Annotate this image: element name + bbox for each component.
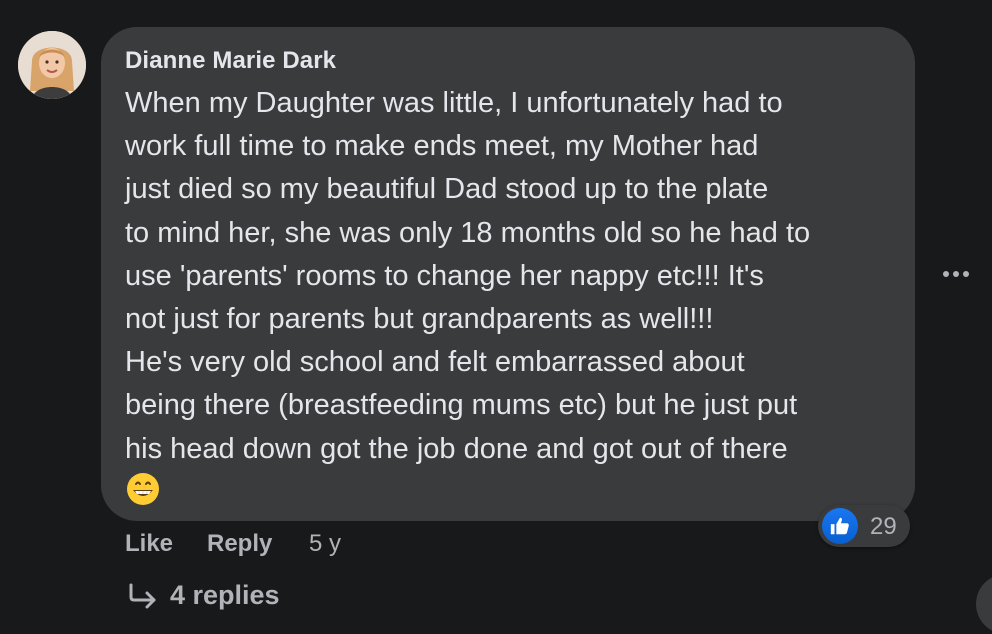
comment-line: use 'parents' rooms to change her nappy … — [125, 259, 764, 292]
reaction-summary[interactable]: 29 — [818, 505, 910, 547]
reply-arrow-icon — [129, 583, 156, 608]
comment-author-name[interactable]: Dianne Marie Dark — [125, 47, 336, 75]
reaction-count: 29 — [870, 513, 897, 540]
comment-line: to mind her, she was only 18 months old … — [125, 216, 811, 249]
comment-line: being there (breastfeeding mums etc) but… — [125, 389, 798, 422]
avatar-photo — [18, 31, 86, 99]
comment-line: work full time to make ends meet, my Mot… — [125, 130, 759, 163]
thumbs-up-icon — [822, 508, 858, 544]
grinning-face-emoji — [126, 472, 160, 506]
ellipsis-icon — [943, 271, 969, 277]
reply-button[interactable]: Reply — [207, 530, 272, 558]
more-options-button[interactable] — [938, 256, 974, 292]
comment-line: When my Daughter was little, I unfortuna… — [125, 87, 783, 119]
comment-timestamp[interactable]: 5 y — [309, 530, 341, 558]
comment-line: not just for parents but grandparents as… — [125, 303, 714, 336]
like-button[interactable]: Like — [125, 530, 173, 558]
comment-text: When my Daughter was little, I unfortuna… — [125, 82, 915, 471]
replies-count-label: 4 replies — [170, 580, 280, 610]
avatar[interactable] — [18, 31, 86, 99]
comment-line: just died so my beautiful Dad stood up t… — [125, 173, 769, 206]
scroll-edge — [976, 574, 992, 634]
comment-line: his head down got the job done and got o… — [125, 432, 788, 465]
comment-line: He's very old school and felt embarrasse… — [125, 346, 745, 379]
view-replies-link[interactable]: 4 replies — [128, 580, 280, 611]
